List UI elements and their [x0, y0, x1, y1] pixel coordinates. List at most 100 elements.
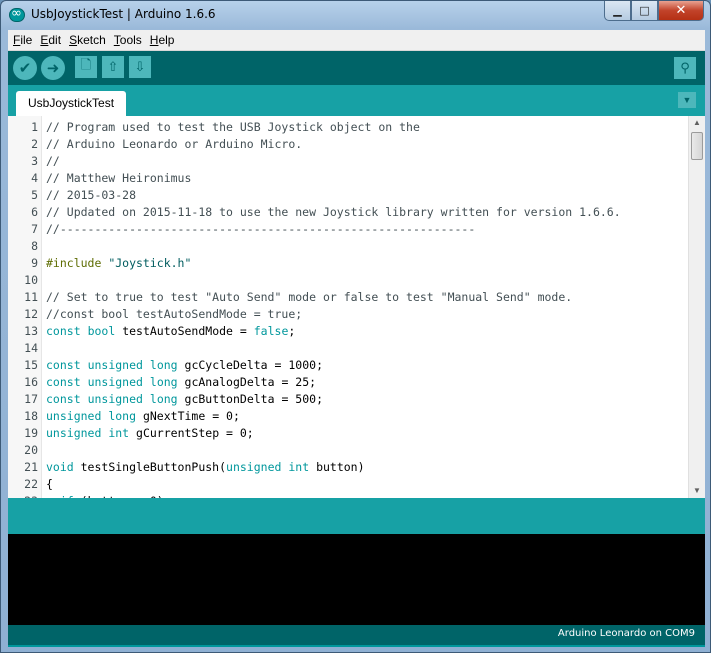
- toolbar: ✔ ➜ 🗋 ⇧ ⇩ ⚲: [8, 51, 705, 85]
- code-editor[interactable]: 1 // Program used to test the USB Joystic…: [8, 116, 705, 498]
- menu-item[interactable]: Edit: [35, 30, 64, 50]
- vertical-scrollbar[interactable]: ▲ ▼: [688, 116, 705, 498]
- code-line[interactable]: 8: [8, 238, 688, 255]
- line-number: 1: [31, 120, 38, 134]
- menu-item[interactable]: Tools: [109, 30, 145, 50]
- code-text: // Set to true to test "Auto Send" mode …: [42, 289, 572, 306]
- code-token: long: [108, 409, 137, 423]
- code-token: false: [253, 324, 289, 338]
- serial-monitor-button[interactable]: ⚲: [674, 57, 696, 79]
- code-token: const: [46, 375, 81, 389]
- line-number: 11: [24, 290, 38, 304]
- code-lines[interactable]: 1 // Program used to test the USB Joystic…: [8, 119, 688, 498]
- code-line[interactable]: 12 //const bool testAutoSendMode = true;: [8, 306, 688, 323]
- code-line[interactable]: 7 //-------------------------------------…: [8, 221, 688, 238]
- save-sketch-button[interactable]: ⇩: [129, 56, 151, 78]
- code-line[interactable]: 22 {: [8, 476, 688, 493]
- code-text: //: [42, 153, 60, 170]
- code-token: void: [46, 460, 74, 474]
- code-line[interactable]: 2 // Arduino Leonardo or Arduino Micro.: [8, 136, 688, 153]
- code-line[interactable]: 21 void testSingleButtonPush(unsigned int…: [8, 459, 688, 476]
- code-text: #include "Joystick.h": [42, 255, 191, 272]
- code-token: ;: [288, 324, 296, 338]
- menu-label: ketch: [77, 33, 106, 47]
- code-token: //--------------------------------------…: [46, 222, 476, 236]
- menu-item[interactable]: Sketch: [64, 30, 109, 50]
- code-line[interactable]: 4 // Matthew Heironimus: [8, 170, 688, 187]
- code-line[interactable]: 18 unsigned long gNextTime = 0;: [8, 408, 688, 425]
- code-line[interactable]: 13 const bool testAutoSendMode = false;: [8, 323, 688, 340]
- menu-item[interactable]: Help: [145, 30, 178, 50]
- code-line[interactable]: 20: [8, 442, 688, 459]
- line-number: 14: [24, 341, 38, 355]
- code-text: const unsigned long gcCycleDelta = 1000;: [42, 357, 323, 374]
- code-line[interactable]: 16 const unsigned long gcAnalogDelta = 25…: [8, 374, 688, 391]
- code-line[interactable]: 17 const unsigned long gcButtonDelta = 50…: [8, 391, 688, 408]
- code-line[interactable]: 9 #include "Joystick.h": [8, 255, 688, 272]
- open-sketch-button[interactable]: ⇧: [102, 56, 124, 78]
- code-text: const unsigned long gcAnalogDelta = 25;: [42, 374, 316, 391]
- code-text: const bool testAutoSendMode = false;: [42, 323, 295, 340]
- title-bar[interactable]: UsbJoystickTest | Arduino 1.6.6 ▁ □ ✕: [1, 1, 710, 29]
- code-text: // Updated on 2015-11-18 to use the new …: [42, 204, 621, 221]
- tab-usbjoysticktest[interactable]: UsbJoystickTest: [16, 91, 127, 116]
- code-line[interactable]: 14: [8, 340, 688, 357]
- upload-button[interactable]: ➜: [41, 56, 65, 80]
- code-token: // Matthew Heironimus: [46, 171, 192, 185]
- board-port-label: Arduino Leonardo on COM9: [557, 628, 695, 639]
- code-line[interactable]: 19 unsigned int gCurrentStep = 0;: [8, 425, 688, 442]
- code-token: long: [149, 375, 178, 389]
- console-output[interactable]: [8, 534, 705, 625]
- code-token: gNextTime = 0;: [136, 409, 240, 423]
- line-number: 20: [24, 443, 38, 457]
- footer-bar: Arduino Leonardo on COM9: [8, 625, 705, 645]
- line-number: 22: [24, 477, 38, 491]
- menu-item[interactable]: File: [8, 30, 35, 50]
- code-line[interactable]: 3 //: [8, 153, 688, 170]
- code-line[interactable]: 10: [8, 272, 688, 289]
- code-token: // 2015-03-28: [46, 188, 137, 202]
- maximize-button[interactable]: □: [631, 1, 658, 21]
- code-token: unsigned: [87, 392, 143, 406]
- code-line[interactable]: 11 // Set to true to test "Auto Send" mod…: [8, 289, 688, 306]
- code-token: unsigned: [46, 409, 102, 423]
- line-number: 7: [31, 222, 38, 236]
- code-text: void testSingleButtonPush(unsigned int b…: [42, 459, 365, 476]
- line-number: 15: [24, 358, 38, 372]
- arduino-logo-icon: [9, 6, 25, 22]
- code-token: //const bool testAutoSendMode = true;: [46, 307, 303, 321]
- window-controls: ▁ □ ✕: [604, 1, 704, 21]
- new-sketch-button[interactable]: 🗋: [75, 56, 97, 78]
- code-text: // 2015-03-28: [42, 187, 136, 204]
- line-number: 5: [31, 188, 38, 202]
- minimize-button[interactable]: ▁: [604, 1, 631, 21]
- scroll-down-icon[interactable]: ▼: [689, 484, 705, 498]
- code-line[interactable]: 6 // Updated on 2015-11-18 to use the new…: [8, 204, 688, 221]
- code-line[interactable]: 5 // 2015-03-28: [8, 187, 688, 204]
- code-line[interactable]: 15 const unsigned long gcCycleDelta = 100…: [8, 357, 688, 374]
- scroll-up-icon[interactable]: ▲: [689, 116, 705, 130]
- code-token: testAutoSendMode =: [115, 324, 254, 338]
- client-area: File Edit Sketch Tools Help ✔ ➜ 🗋 ⇧ ⇩ ⚲ UsbJ…: [8, 30, 705, 647]
- close-button[interactable]: ✕: [658, 1, 704, 21]
- code-token: long: [149, 392, 178, 406]
- tab-menu-button[interactable]: ▼: [678, 92, 696, 108]
- code-token: gCurrentStep = 0;: [129, 426, 254, 440]
- code-token: gcCycleDelta = 1000;: [177, 358, 323, 372]
- code-token: gcAnalogDelta = 25;: [177, 375, 317, 389]
- line-number: 3: [31, 154, 38, 168]
- code-token: "Joystick.h": [108, 256, 192, 270]
- code-token: unsigned: [226, 460, 282, 474]
- line-number: 9: [31, 256, 38, 270]
- code-line[interactable]: 1 // Program used to test the USB Joystic…: [8, 119, 688, 136]
- code-token: int: [108, 426, 130, 440]
- scroll-thumb[interactable]: [691, 132, 703, 160]
- verify-button[interactable]: ✔: [13, 56, 37, 80]
- code-token: button): [309, 460, 365, 474]
- menu-label: dit: [48, 33, 62, 47]
